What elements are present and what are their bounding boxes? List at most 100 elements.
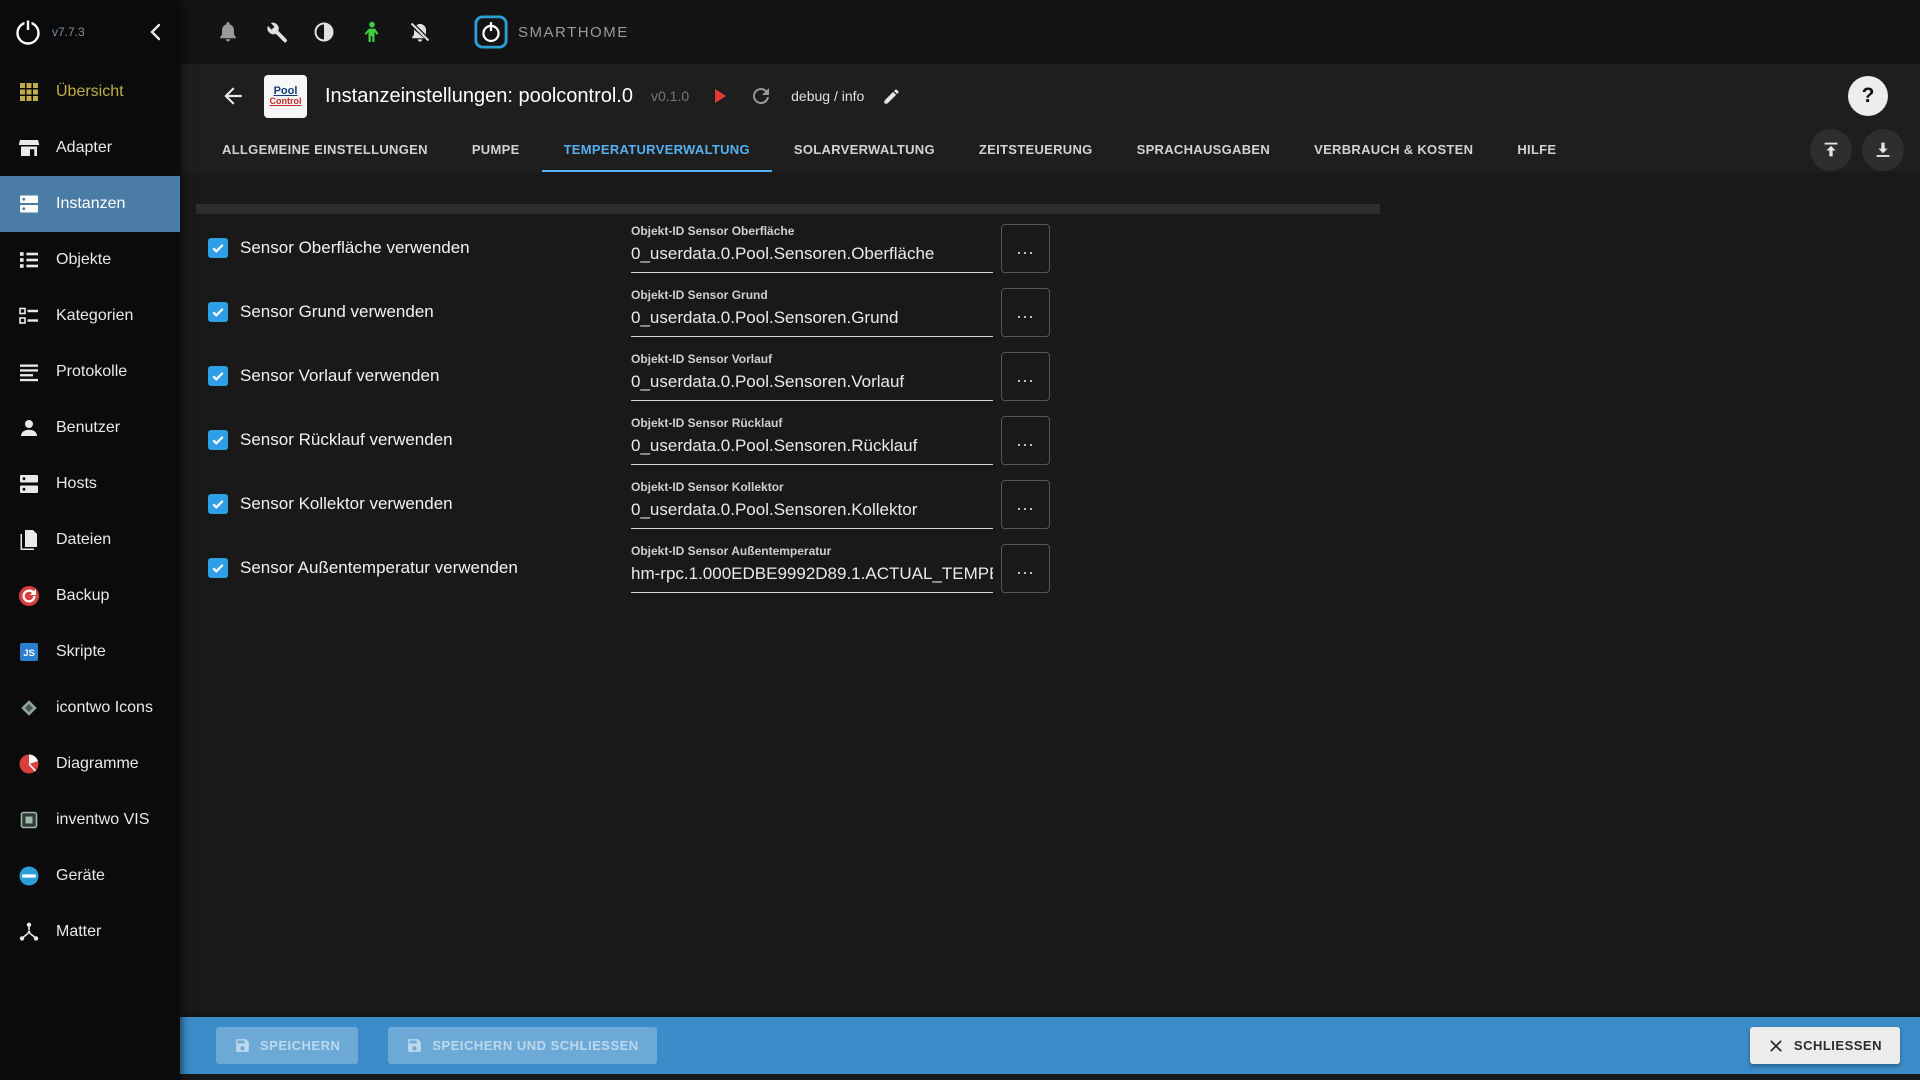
form-row-vorlauf: Sensor Vorlauf verwenden Objekt-ID Senso…	[180, 344, 1920, 408]
object-id-input[interactable]: hm-rpc.1.000EDBE9992D89.1.ACTUAL_TEMPERA	[631, 561, 993, 593]
sidebar-item-icontwo-icons[interactable]: icontwo Icons	[0, 680, 180, 736]
form-row-kollektor: Sensor Kollektor verwenden Objekt-ID Sen…	[180, 472, 1920, 536]
checkbox-label: Sensor Vorlauf verwenden	[240, 366, 439, 386]
form-row-ruecklauf: Sensor Rücklauf verwenden Objekt-ID Sens…	[180, 408, 1920, 472]
person-icon	[17, 416, 41, 440]
iobroker-logo-icon	[12, 16, 44, 48]
tab-allgemeine-einstellungen[interactable]: ALLGEMEINE EINSTELLUNGEN	[200, 128, 450, 172]
object-id-input[interactable]: 0_userdata.0.Pool.Sensoren.Vorlauf	[631, 369, 993, 401]
back-button[interactable]	[220, 83, 246, 109]
download-icon	[1872, 139, 1894, 161]
object-picker-button[interactable]: ...	[1001, 480, 1050, 529]
log-level-label: debug / info	[791, 88, 864, 104]
settings-footer: SPEICHERN SPEICHERN UND SCHLIESSEN SCHLI…	[180, 1017, 1920, 1074]
sidebar-item-protokolle[interactable]: Protokolle	[0, 344, 180, 400]
sidebar-item-label: Backup	[56, 587, 109, 605]
object-id-input[interactable]: 0_userdata.0.Pool.Sensoren.Kollektor	[631, 497, 993, 529]
checkbox-label: Sensor Rücklauf verwenden	[240, 430, 453, 450]
tab-zeitsteuerung[interactable]: ZEITSTEUERUNG	[957, 128, 1115, 172]
ballot-icon	[17, 304, 41, 328]
iobroker-app-logo-icon	[474, 15, 508, 49]
settings-content: Sensor Oberfläche verwenden Objekt-ID Se…	[180, 172, 1920, 1080]
collapse-sidebar-button[interactable]	[144, 20, 168, 44]
file-copy-icon	[17, 528, 41, 552]
edit-loglevel-button[interactable]	[882, 87, 901, 106]
sidebar-item-inventwo-vis[interactable]: inventwo VIS	[0, 792, 180, 848]
checkbox-sensor-kollektor[interactable]	[208, 494, 228, 514]
save-close-button[interactable]: SPEICHERN UND SCHLIESSEN	[388, 1027, 656, 1064]
expert-mode-icon[interactable]	[360, 20, 384, 44]
sidebar-item-uebersicht[interactable]: Übersicht	[0, 64, 180, 120]
reload-instance-button[interactable]	[749, 84, 773, 108]
checkbox-sensor-vorlauf[interactable]	[208, 366, 228, 386]
object-id-input[interactable]: 0_userdata.0.Pool.Sensoren.Rücklauf	[631, 433, 993, 465]
store-icon	[17, 136, 41, 160]
object-id-input[interactable]: 0_userdata.0.Pool.Sensoren.Grund	[631, 305, 993, 337]
download-config-button[interactable]	[1862, 129, 1904, 171]
save-close-button-label: SPEICHERN UND SCHLIESSEN	[432, 1038, 638, 1053]
theme-contrast-icon[interactable]	[312, 20, 336, 44]
checkbox-sensor-ruecklauf[interactable]	[208, 430, 228, 450]
inventwo-icon	[17, 808, 41, 832]
sidebar-item-label: Matter	[56, 923, 101, 941]
help-button[interactable]: ?	[1848, 76, 1888, 116]
sidebar-item-dateien[interactable]: Dateien	[0, 512, 180, 568]
adapter-version: v0.1.0	[651, 88, 689, 104]
sidebar-item-label: Diagramme	[56, 755, 139, 773]
sidebar-item-label: Geräte	[56, 867, 105, 885]
save-icon	[406, 1037, 423, 1054]
object-picker-button[interactable]: ...	[1001, 224, 1050, 273]
checkbox-sensor-aussentemperatur[interactable]	[208, 558, 228, 578]
object-picker-button[interactable]: ...	[1001, 544, 1050, 593]
upload-icon	[1820, 139, 1842, 161]
sidebar-item-skripte[interactable]: JS Skripte	[0, 624, 180, 680]
diamond-icon	[17, 696, 41, 720]
object-picker-button[interactable]: ...	[1001, 288, 1050, 337]
field-label: Objekt-ID Sensor Kollektor	[631, 480, 993, 494]
checkbox-sensor-oberflaeche[interactable]	[208, 238, 228, 258]
tab-verbrauch-kosten[interactable]: VERBRAUCH & KOSTEN	[1292, 128, 1495, 172]
sidebar-item-adapter[interactable]: Adapter	[0, 120, 180, 176]
notifications-off-icon[interactable]	[408, 20, 432, 44]
tab-temperaturverwaltung[interactable]: TEMPERATURVERWALTUNG	[542, 128, 772, 172]
object-picker-button[interactable]: ...	[1001, 352, 1050, 401]
checkbox-label: Sensor Oberfläche verwenden	[240, 238, 470, 258]
adapter-logo: Pool Control	[264, 75, 307, 118]
horizontal-scrollbar[interactable]	[196, 204, 1380, 214]
tab-hilfe[interactable]: HILFE	[1495, 128, 1578, 172]
brand-name: SMARTHOME	[518, 24, 629, 41]
sidebar-item-geraete[interactable]: Geräte	[0, 848, 180, 904]
close-button[interactable]: SCHLIESSEN	[1750, 1027, 1900, 1064]
start-instance-button[interactable]	[707, 84, 731, 108]
sidebar: v7.7.3 Übersicht Adapter Instanzen Objek…	[0, 0, 180, 1080]
object-picker-button[interactable]: ...	[1001, 416, 1050, 465]
form-row-aussentemperatur: Sensor Außentemperatur verwenden Objekt-…	[180, 536, 1920, 600]
sidebar-item-matter[interactable]: Matter	[0, 904, 180, 960]
upload-config-button[interactable]	[1810, 129, 1852, 171]
sidebar-item-kategorien[interactable]: Kategorien	[0, 288, 180, 344]
tab-solarverwaltung[interactable]: SOLARVERWALTUNG	[772, 128, 957, 172]
sidebar-item-label: icontwo Icons	[56, 699, 153, 717]
sidebar-item-label: Objekte	[56, 251, 111, 269]
tab-pumpe[interactable]: PUMPE	[450, 128, 542, 172]
bell-icon[interactable]	[216, 20, 240, 44]
sidebar-item-objekte[interactable]: Objekte	[0, 232, 180, 288]
object-id-input[interactable]: 0_userdata.0.Pool.Sensoren.Oberfläche	[631, 241, 993, 273]
save-button[interactable]: SPEICHERN	[216, 1027, 358, 1064]
pencil-icon	[882, 87, 901, 106]
pie-chart-icon	[17, 752, 41, 776]
sidebar-item-diagramme[interactable]: Diagramme	[0, 736, 180, 792]
sidebar-item-benutzer[interactable]: Benutzer	[0, 400, 180, 456]
sidebar-item-label: Skripte	[56, 643, 106, 661]
sidebar-item-hosts[interactable]: Hosts	[0, 456, 180, 512]
field-label: Objekt-ID Sensor Rücklauf	[631, 416, 993, 430]
server-icon	[17, 472, 41, 496]
sidebar-item-backup[interactable]: Backup	[0, 568, 180, 624]
tab-sprachausgaben[interactable]: SPRACHAUSGABEN	[1115, 128, 1293, 172]
svg-text:JS: JS	[23, 648, 35, 659]
checkbox-sensor-grund[interactable]	[208, 302, 228, 322]
sidebar-item-instanzen[interactable]: Instanzen	[0, 176, 180, 232]
field-label: Objekt-ID Sensor Grund	[631, 288, 993, 302]
wrench-icon[interactable]	[264, 20, 288, 44]
instances-icon	[17, 192, 41, 216]
